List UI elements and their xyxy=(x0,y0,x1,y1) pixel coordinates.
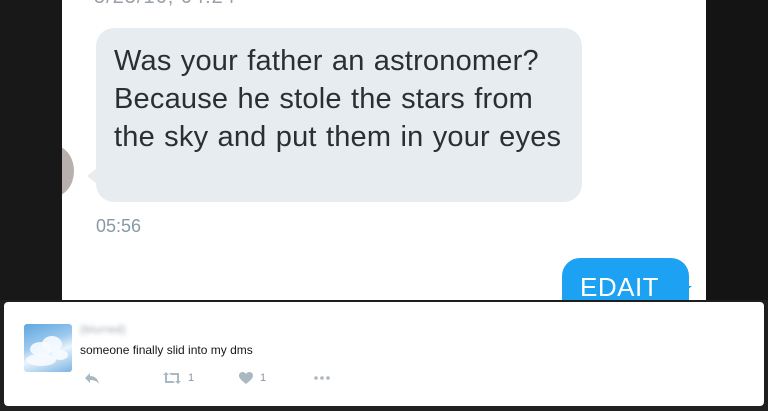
like-button[interactable]: 1 xyxy=(238,368,266,388)
tweet-actions: 1 1 xyxy=(80,368,380,388)
heart-icon xyxy=(239,372,253,384)
reply-icon xyxy=(85,373,99,384)
more-button[interactable] xyxy=(314,368,330,388)
author-avatar[interactable] xyxy=(24,324,72,372)
retweet-count: 1 xyxy=(188,372,195,384)
dark-margin-right xyxy=(706,0,768,300)
tweet-text: someone finally slid into my dms xyxy=(80,343,253,357)
retweet-icon xyxy=(163,372,181,384)
reply-button[interactable] xyxy=(84,368,100,388)
sender-avatar[interactable] xyxy=(62,145,74,197)
received-message-bubble: Was your father an astronomer? Because h… xyxy=(87,28,582,202)
dm-conversation-panel: 5/25/16, 04:24 Was your father an astron… xyxy=(62,0,706,300)
like-count: 1 xyxy=(260,372,267,384)
dark-margin-left xyxy=(0,0,62,300)
author-name[interactable]: (blurred) xyxy=(80,324,126,336)
received-message-text: Was your father an astronomer? Because h… xyxy=(114,45,562,153)
tweet-card[interactable]: (blurred) someone finally slid into my d… xyxy=(4,302,764,406)
bubble-tail xyxy=(682,286,692,294)
sent-message-bubble: EDAIT xyxy=(562,258,692,300)
received-message-time: 05:56 xyxy=(96,216,142,236)
sent-message-text: EDAIT xyxy=(580,272,660,300)
retweet-button[interactable]: 1 xyxy=(162,368,194,388)
date-stamp: 5/25/16, 04:24 xyxy=(94,0,236,9)
more-icon xyxy=(314,376,330,380)
bubble-tail xyxy=(87,168,97,184)
